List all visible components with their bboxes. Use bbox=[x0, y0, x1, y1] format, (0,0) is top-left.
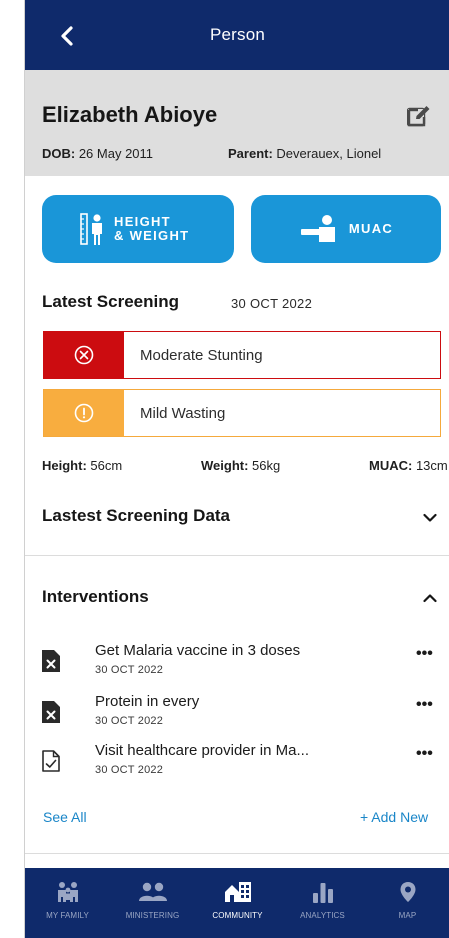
chevron-down-icon[interactable] bbox=[423, 513, 437, 523]
dob: DOB: 26 May 2011 bbox=[42, 146, 153, 161]
intervention-item[interactable]: Get Malaria vaccine in 3 doses 30 OCT 20… bbox=[42, 642, 442, 686]
nav-community[interactable]: COMMUNITY bbox=[195, 868, 280, 938]
height-weight-label-line2: & WEIGHT bbox=[114, 228, 190, 243]
community-icon bbox=[224, 881, 252, 903]
status-moderate-stunting: Moderate Stunting bbox=[43, 331, 441, 379]
intervention-title: Get Malaria vaccine in 3 doses bbox=[95, 642, 301, 659]
weight-value: 56kg bbox=[248, 458, 281, 473]
nav-ministering[interactable]: MINISTERING bbox=[110, 868, 195, 938]
map-pin-icon bbox=[399, 881, 417, 903]
more-options-icon[interactable]: ••• bbox=[416, 697, 436, 715]
parent-value: Deverauex, Lionel bbox=[272, 146, 382, 161]
dob-label: DOB: bbox=[42, 146, 76, 161]
add-new-link[interactable]: + Add New bbox=[360, 809, 428, 825]
muac-measure-label: MUAC: bbox=[369, 458, 413, 473]
nav-label: COMMUNITY bbox=[212, 911, 263, 920]
nav-map[interactable]: MAP bbox=[365, 868, 449, 938]
divider bbox=[25, 853, 449, 854]
nav-analytics[interactable]: ANALYTICS bbox=[280, 868, 365, 938]
weight-label: Weight: bbox=[201, 458, 249, 473]
muac-button[interactable]: MUAC bbox=[251, 195, 441, 263]
nav-label: MINISTERING bbox=[125, 911, 180, 920]
x-circle-icon bbox=[44, 332, 124, 378]
nav-label: MAP bbox=[398, 911, 417, 920]
page-title: Person bbox=[209, 25, 266, 44]
family-icon bbox=[56, 881, 80, 903]
latest-screening-date: 30 OCT 2022 bbox=[231, 296, 313, 311]
intervention-title: Visit healthcare provider in Ma... bbox=[95, 742, 309, 759]
divider bbox=[25, 555, 449, 556]
muac-icon bbox=[300, 215, 335, 242]
see-all-link[interactable]: See All bbox=[43, 809, 87, 825]
more-options-icon[interactable]: ••• bbox=[416, 646, 436, 664]
intervention-item[interactable]: Protein in every 30 OCT 2022 ••• bbox=[42, 693, 442, 737]
dob-value: 26 May 2011 bbox=[75, 146, 154, 161]
parent: Parent: Deverauex, Lionel bbox=[228, 146, 381, 161]
intervention-item[interactable]: Visit healthcare provider in Ma... 30 OC… bbox=[42, 742, 442, 786]
height-measure: Height: 56cm bbox=[42, 458, 122, 473]
top-bar: Person bbox=[25, 0, 449, 70]
more-options-icon[interactable]: ••• bbox=[416, 746, 436, 764]
height-label: Height: bbox=[42, 458, 87, 473]
status-label: Moderate Stunting bbox=[140, 346, 263, 364]
interventions-header[interactable]: Interventions bbox=[42, 587, 149, 607]
height-value: 56cm bbox=[86, 458, 123, 473]
bottom-nav: MY FAMILY MINISTERING COMMUNITY ANALYTIC… bbox=[25, 868, 449, 938]
screening-data-header[interactable]: Lastest Screening Data bbox=[42, 506, 230, 526]
nav-label: ANALYTICS bbox=[300, 911, 345, 920]
height-weight-icon bbox=[80, 213, 102, 245]
person-panel: Elizabeth Abioye DOB: 26 May 2011 Parent… bbox=[25, 70, 449, 176]
intervention-title: Protein in every bbox=[95, 693, 200, 710]
muac-label: MUAC bbox=[348, 221, 394, 236]
person-name: Elizabeth Abioye bbox=[42, 102, 218, 127]
intervention-date: 30 OCT 2022 bbox=[95, 764, 164, 776]
file-check-icon bbox=[42, 750, 60, 772]
weight-measure: Weight: 56kg bbox=[201, 458, 280, 473]
muac-measure-value: 13cm bbox=[412, 458, 448, 473]
status-label: Mild Wasting bbox=[140, 404, 226, 422]
nav-my-family[interactable]: MY FAMILY bbox=[25, 868, 110, 938]
muac-measure: MUAC: 13cm bbox=[369, 458, 448, 473]
edit-icon[interactable] bbox=[407, 105, 431, 127]
intervention-date: 30 OCT 2022 bbox=[95, 715, 164, 727]
parent-label: Parent: bbox=[228, 146, 273, 161]
height-weight-label: HEIGHT & WEIGHT bbox=[114, 215, 189, 243]
back-chevron-icon[interactable] bbox=[57, 25, 79, 47]
status-mild-wasting: Mild Wasting bbox=[43, 389, 441, 437]
file-x-icon bbox=[42, 701, 60, 723]
intervention-date: 30 OCT 2022 bbox=[95, 664, 164, 676]
alert-circle-icon bbox=[44, 390, 124, 436]
latest-screening-title: Latest Screening bbox=[42, 292, 179, 311]
people-icon bbox=[138, 881, 168, 903]
height-weight-button[interactable]: HEIGHT & WEIGHT bbox=[42, 195, 234, 263]
file-x-icon bbox=[42, 650, 60, 672]
app-frame: Person Elizabeth Abioye DOB: 26 May 2011… bbox=[24, 0, 449, 938]
height-weight-label-line1: HEIGHT bbox=[114, 214, 171, 229]
bar-chart-icon bbox=[312, 881, 334, 903]
chevron-up-icon[interactable] bbox=[423, 593, 437, 603]
nav-label: MY FAMILY bbox=[46, 911, 89, 920]
